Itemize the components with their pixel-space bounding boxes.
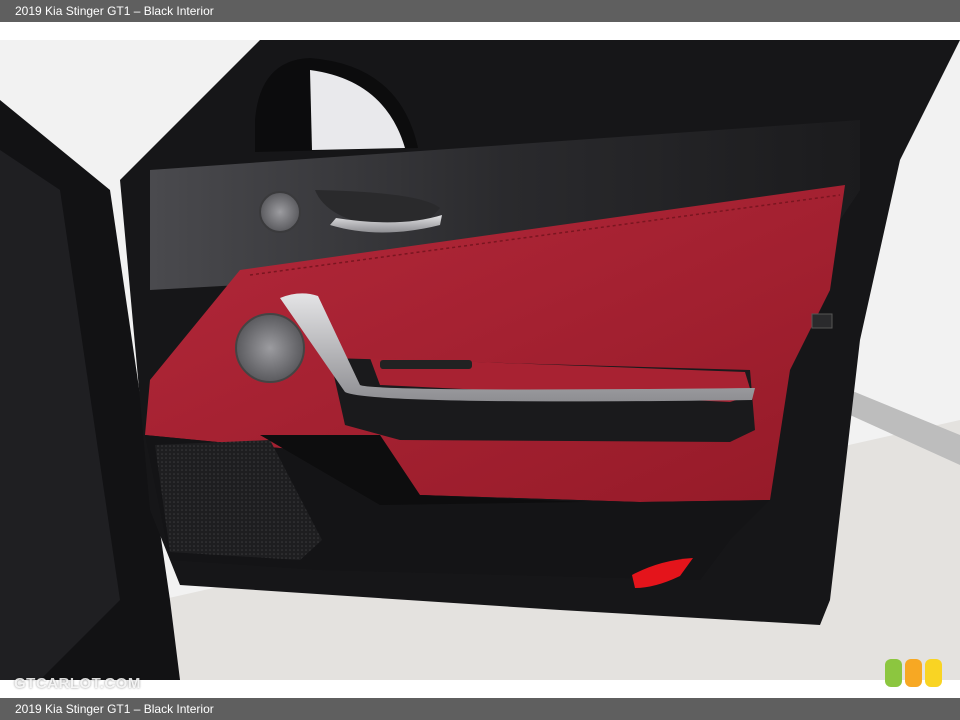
window-switch (380, 360, 472, 369)
logo-bar-yellow (925, 659, 942, 687)
mid-speaker (235, 313, 305, 383)
car-door-photo (0, 40, 960, 680)
top-caption: 2019 Kia Stinger GT1 – Black Interior (15, 4, 214, 18)
logo-bar-green (885, 659, 902, 687)
upper-tweeter (259, 191, 301, 233)
logo-bar-orange (905, 659, 922, 687)
site-logo (885, 659, 945, 687)
watermark: GTCARLOT.COM (14, 675, 141, 692)
bottom-caption: 2019 Kia Stinger GT1 – Black Interior (15, 702, 214, 716)
top-caption-bar: 2019 Kia Stinger GT1 – Black Interior (0, 0, 960, 22)
bottom-caption-bar: 2019 Kia Stinger GT1 – Black Interior (0, 698, 960, 720)
door-illustration (0, 40, 960, 680)
door-latch (811, 313, 833, 329)
